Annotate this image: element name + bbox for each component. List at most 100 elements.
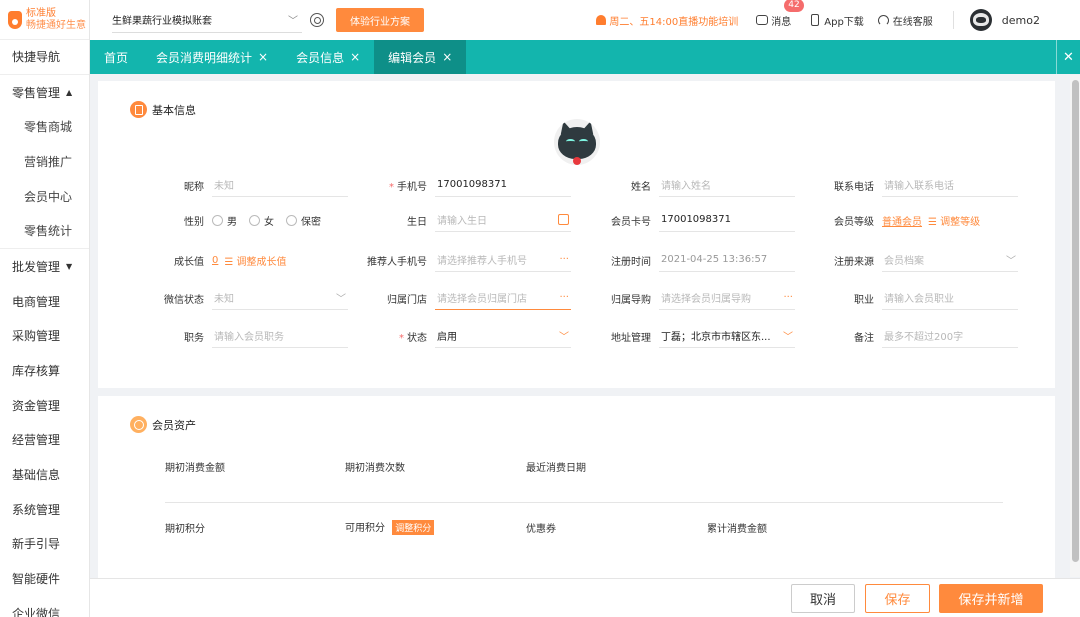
app-download-label: App下载 xyxy=(824,16,864,28)
referrer-input[interactable]: 请选择推荐人手机号 ··· xyxy=(435,248,571,272)
job-input[interactable]: 请输入会员职业 xyxy=(882,286,1018,310)
username: demo2 xyxy=(1001,13,1040,27)
sidebar-item-wholesale[interactable]: 批发管理 ▼ xyxy=(0,249,89,284)
calendar-icon[interactable] xyxy=(558,214,569,225)
store-placeholder: 请选择会员归属门店 xyxy=(437,294,527,305)
sidebar-item-retail-stats[interactable]: 零售统计 xyxy=(0,213,89,248)
gender-radio-male[interactable]: 男 xyxy=(212,213,237,228)
birthday-label: 生日 xyxy=(407,216,427,228)
gender-secret-label: 保密 xyxy=(301,216,321,228)
tab-member-consumption-label: 会员消费明细统计 xyxy=(156,50,253,65)
sidebar-item-funds[interactable]: 资金管理 xyxy=(0,388,89,423)
basic-info-title-text: 基本信息 xyxy=(152,103,196,117)
sidebar-item-purchase[interactable]: 采购管理 xyxy=(0,319,89,354)
cat-eye-left xyxy=(566,139,575,144)
adjust-level-label: 调整等级 xyxy=(940,216,981,228)
sidebar-item-ecommerce[interactable]: 电商管理 xyxy=(0,284,89,319)
nickname-field: 昵称 未知 xyxy=(158,173,348,197)
guide-input[interactable]: 请选择会员归属导购 ··· xyxy=(659,286,795,310)
online-service-link[interactable]: 在线客服 xyxy=(877,13,933,28)
phone-icon xyxy=(811,14,820,26)
position-input[interactable]: 请输入会员职务 xyxy=(212,324,348,348)
chevron-down-icon: ﹀ xyxy=(783,332,793,343)
wechat-status-select[interactable]: 未知 ﹀ xyxy=(212,286,348,310)
reg-source-select[interactable]: 会员档案 ﹀ xyxy=(882,248,1018,272)
sidebar-group-retail[interactable]: 零售管理 ▲ xyxy=(0,75,89,110)
position-placeholder: 请输入会员职务 xyxy=(214,332,284,343)
trial-industry-button[interactable]: 体验行业方案 xyxy=(336,8,424,32)
status-label: * 状态 xyxy=(399,332,427,344)
more-icon[interactable]: ··· xyxy=(783,292,793,303)
phone-input[interactable]: 17001098371 xyxy=(435,173,571,197)
sidebar-item-member-center[interactable]: 会员中心 xyxy=(0,179,89,214)
total-spend-label: 累计消费金额 xyxy=(707,524,767,535)
account-select[interactable]: 生鲜果蔬行业模拟账套 ﹀ xyxy=(112,7,302,33)
save-and-new-button[interactable]: 保存并新增 xyxy=(939,584,1043,613)
message-icon xyxy=(756,15,769,25)
adjust-growth-button[interactable]: ☰ 调整成长值 xyxy=(224,253,286,268)
gender-radio-female[interactable]: 女 xyxy=(249,213,274,228)
sidebar-item-wecom[interactable]: 企业微信 xyxy=(0,596,89,617)
sidebar-item-guide[interactable]: 新手引导 xyxy=(0,527,89,562)
wechat-status-field: 微信状态 未知 ﹀ xyxy=(158,286,348,310)
level-link[interactable]: 普通会员 xyxy=(882,213,922,228)
sidebar-item-hardware[interactable]: 智能硬件 xyxy=(0,561,89,596)
tab-home-label: 首页 xyxy=(104,50,129,65)
close-icon[interactable]: × xyxy=(442,50,452,64)
sidebar-item-inventory[interactable]: 库存核算 xyxy=(0,353,89,388)
scrollbar-thumb[interactable] xyxy=(1072,80,1079,562)
contact-phone-input[interactable]: 请输入联系电话 xyxy=(882,173,1018,197)
close-icon[interactable]: × xyxy=(350,50,360,64)
sidebar-item-operations[interactable]: 经营管理 xyxy=(0,423,89,458)
gender-radio-group: 男 女 保密 xyxy=(212,213,333,228)
tab-edit-member[interactable]: 编辑会员 × xyxy=(374,40,467,74)
tab-home[interactable]: 首页 xyxy=(90,40,142,74)
more-icon[interactable]: ··· xyxy=(559,254,569,265)
tab-member-info-label: 会员信息 xyxy=(296,50,345,65)
growth-value[interactable]: 0 xyxy=(212,255,218,266)
store-field: 归属门店 请选择会员归属门店 ··· xyxy=(366,286,571,310)
gender-radio-secret[interactable]: 保密 xyxy=(286,213,321,228)
adjust-points-button[interactable]: 调整积分 xyxy=(392,520,435,535)
contact-phone-placeholder: 请输入联系电话 xyxy=(884,181,954,192)
tab-member-consumption[interactable]: 会员消费明细统计 × xyxy=(142,40,282,74)
messages-button[interactable]: 消息 42 xyxy=(756,0,804,28)
card-no-value: 17001098371 xyxy=(661,214,731,225)
tab-edit-member-label: 编辑会员 xyxy=(388,50,437,65)
cancel-button[interactable]: 取消 xyxy=(791,584,855,613)
tab-member-info[interactable]: 会员信息 × xyxy=(282,40,374,74)
address-value: 丁磊；北京市市辖区东... xyxy=(661,332,771,343)
sidebar-item-marketing[interactable]: 营销推广 xyxy=(0,144,89,179)
status-select[interactable]: 启用 ﹀ xyxy=(435,324,571,348)
close-icon[interactable]: × xyxy=(258,50,268,64)
top-header: 生鲜果蔬行业模拟账套 ﹀ 体验行业方案 周二、五14:00直播功能培训 消息 4… xyxy=(90,0,1080,40)
member-avatar[interactable] xyxy=(554,119,600,165)
name-field: 姓名 请输入姓名 xyxy=(594,173,795,197)
sidebar-item-shortcut[interactable]: 快捷导航 xyxy=(0,40,89,75)
guide-placeholder: 请选择会员归属导购 xyxy=(661,294,751,305)
store-input[interactable]: 请选择会员归属门店 ··· xyxy=(435,286,571,310)
last-spend-date-label: 最近消费日期 xyxy=(526,463,586,474)
sidebar-item-system[interactable]: 系统管理 xyxy=(0,492,89,527)
adjust-level-button[interactable]: ☰ 调整等级 xyxy=(928,213,980,228)
remark-input[interactable]: 最多不超过200字 xyxy=(882,324,1018,348)
sidebar-item-retail-mall[interactable]: 零售商城 xyxy=(0,109,89,144)
guide-label: 归属导购 xyxy=(611,294,651,306)
gender-field: 性别 男 女 保密 xyxy=(158,208,333,232)
app-download-link[interactable]: App下载 xyxy=(811,13,864,28)
birthday-input[interactable]: 请输入生日 xyxy=(435,208,571,232)
avatar xyxy=(969,9,992,31)
user-menu[interactable]: demo2 xyxy=(969,9,1040,31)
card-no-input[interactable]: 17001098371 xyxy=(659,208,795,232)
sidebar-item-basic-info[interactable]: 基础信息 xyxy=(0,457,89,492)
close-all-tabs-icon[interactable]: ✕ xyxy=(1056,40,1080,74)
gear-icon[interactable] xyxy=(310,13,324,27)
live-training-notice[interactable]: 周二、五14:00直播功能培训 xyxy=(596,13,738,28)
radio-icon xyxy=(212,214,223,226)
nickname-input[interactable]: 未知 xyxy=(212,173,348,197)
address-select[interactable]: 丁磊；北京市市辖区东... ﹀ xyxy=(659,324,795,348)
document-icon xyxy=(130,101,147,118)
name-input[interactable]: 请输入姓名 xyxy=(659,173,795,197)
save-button[interactable]: 保存 xyxy=(865,584,930,613)
more-icon[interactable]: ··· xyxy=(559,292,569,303)
